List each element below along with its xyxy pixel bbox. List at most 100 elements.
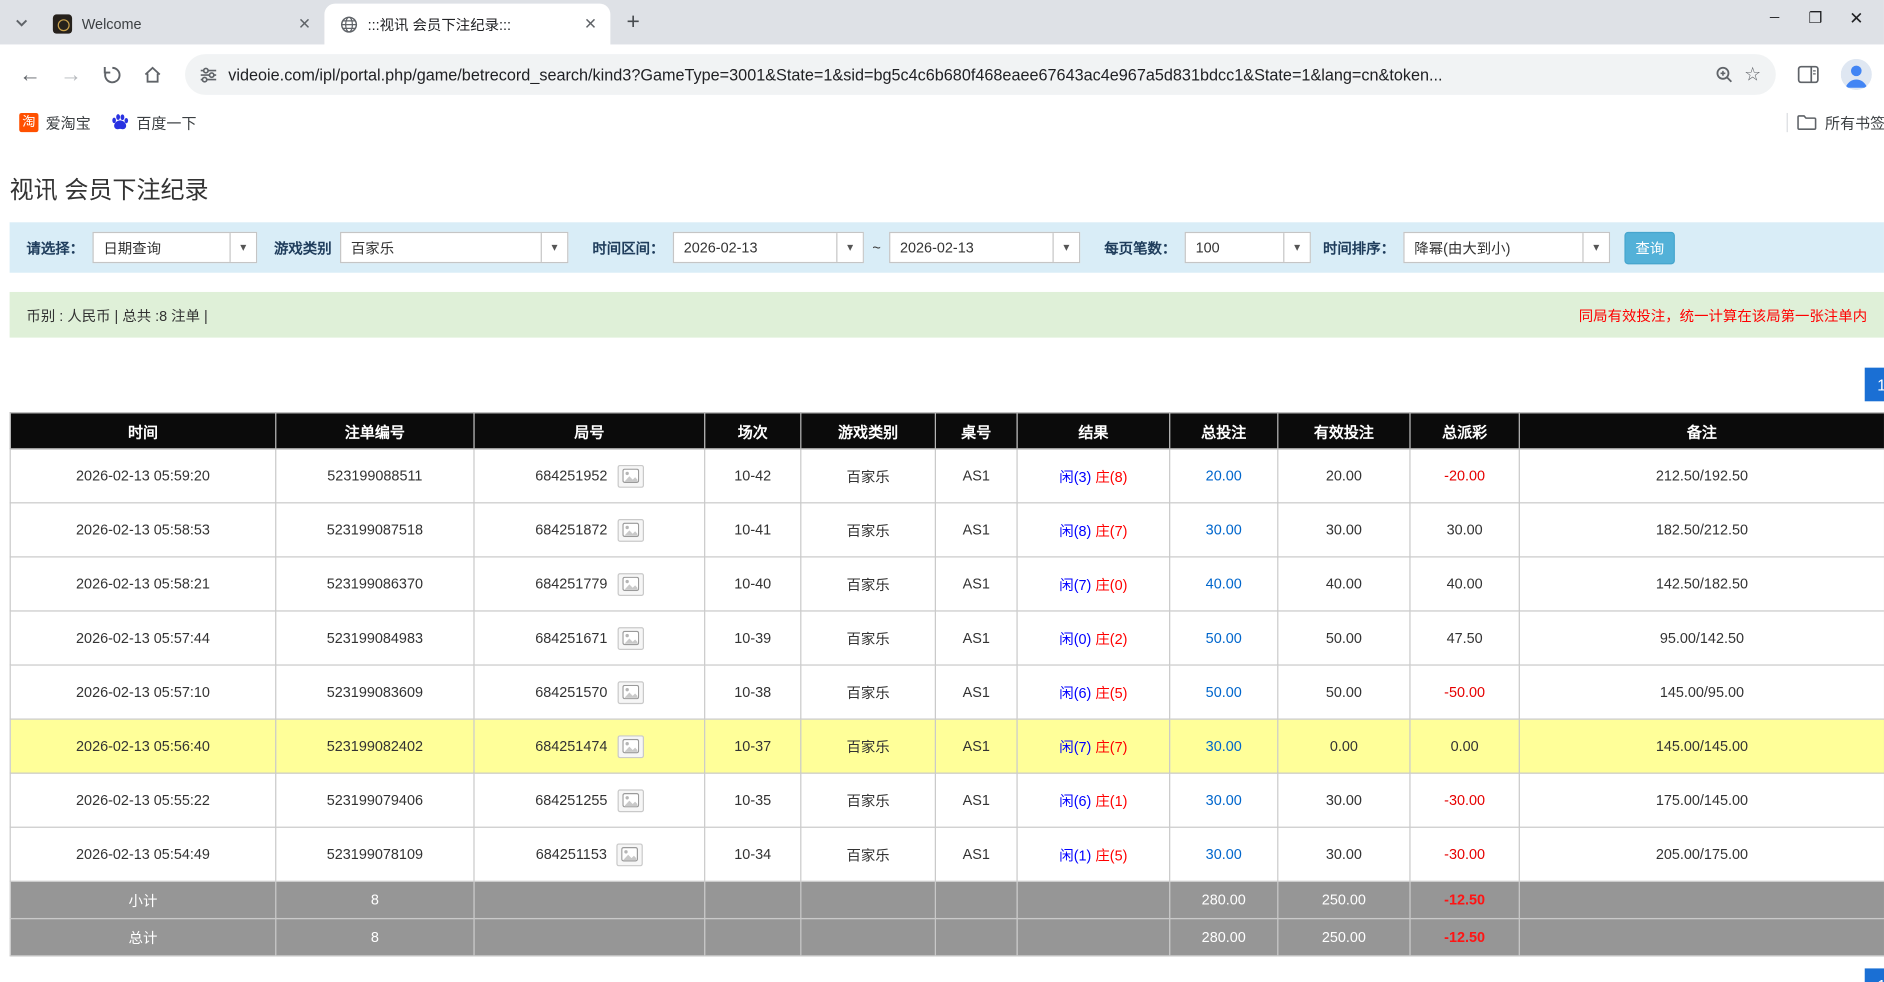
col-header-game-type: 游戏类别 [801,413,936,449]
round-replay-icon[interactable] [617,627,643,650]
cell-total-bet[interactable]: 30.00 [1170,503,1278,557]
maximize-button[interactable]: ❐ [1795,0,1836,36]
cell-note: 145.00/145.00 [1519,719,1884,773]
cell-payout: 30.00 [1410,503,1519,557]
side-panel-icon[interactable] [1790,56,1826,92]
reload-icon[interactable] [94,56,130,92]
chevron-down-icon[interactable]: ▾ [836,233,862,262]
search-button[interactable]: 查询 [1625,231,1675,263]
cell-total-bet[interactable]: 50.00 [1170,611,1278,665]
chevron-down-icon[interactable]: ▾ [1283,233,1309,262]
sort-select[interactable]: 降幂(由大到小) ▾ [1403,232,1610,263]
tab-search-chevron-icon[interactable] [7,8,36,37]
cell-total-bet[interactable]: 40.00 [1170,557,1278,611]
cell-payout: -30.00 [1410,827,1519,881]
cell-note: 95.00/142.50 [1519,611,1884,665]
round-replay-icon[interactable] [617,573,643,596]
col-header-valid-bet: 有效投注 [1278,413,1410,449]
url-text[interactable]: videoie.com/ipl/portal.php/game/betrecor… [228,65,1703,83]
date-from-select[interactable]: 2026-02-13 ▾ [673,232,864,263]
cell-session: 10-42 [705,449,801,503]
round-replay-icon[interactable] [616,843,642,866]
subtotal-total-bet: 280.00 [1170,881,1278,918]
game-type-label: 游戏类别 [274,237,332,257]
page-size-label: 每页笔数： [1104,237,1176,257]
cell-time: 2026-02-13 05:58:53 [10,503,276,557]
page-1-button[interactable]: 1 [1865,968,1884,982]
address-bar[interactable]: videoie.com/ipl/portal.php/game/betrecor… [185,54,1776,95]
cell-payout: 40.00 [1410,557,1519,611]
page-1-button[interactable]: 1 [1865,368,1884,402]
chevron-down-icon[interactable]: ▾ [1053,233,1079,262]
tab-betrecord[interactable]: :::视讯 会员下注纪录::: ✕ [324,4,610,45]
cell-total-bet[interactable]: 30.00 [1170,827,1278,881]
bookmark-aitaobao[interactable]: 淘 爱淘宝 [10,107,101,137]
profile-avatar[interactable] [1841,59,1872,90]
cell-time: 2026-02-13 05:54:49 [10,827,276,881]
round-replay-icon[interactable] [617,464,643,487]
cell-round: 684251779 [474,557,705,611]
cell-valid-bet: 30.00 [1278,773,1410,827]
all-bookmarks[interactable]: 所有书签 [1787,111,1884,134]
bookmark-star-icon[interactable]: ☆ [1744,62,1761,86]
welcome-favicon [53,14,72,33]
cell-table-no: AS1 [935,503,1017,557]
cell-table-no: AS1 [935,611,1017,665]
window-controls: ─ ❐ ✕ [1754,0,1877,36]
subtotal-count: 8 [276,881,474,918]
round-replay-icon[interactable] [617,735,643,758]
divider [1787,112,1788,131]
tab-welcome[interactable]: Welcome ✕ [38,4,324,45]
bookmark-baidu[interactable]: 百度一下 [100,107,206,137]
cell-total-bet[interactable]: 30.00 [1170,719,1278,773]
cell-session: 10-41 [705,503,801,557]
cell-total-bet[interactable]: 30.00 [1170,773,1278,827]
chevron-down-icon[interactable]: ▾ [541,233,567,262]
mode-select[interactable]: 日期查询 ▾ [93,232,258,263]
home-icon[interactable] [135,56,171,92]
cell-round: 684251153 [474,827,705,881]
cell-game-type: 百家乐 [801,665,936,719]
cell-time: 2026-02-13 05:55:22 [10,773,276,827]
cell-result: 闲(3) 庄(8) [1017,449,1170,503]
tab-close-icon[interactable]: ✕ [294,14,314,34]
close-window-button[interactable]: ✕ [1836,0,1877,36]
cell-time: 2026-02-13 05:57:10 [10,665,276,719]
tab-close-icon[interactable]: ✕ [580,14,600,34]
cell-result: 闲(6) 庄(5) [1017,665,1170,719]
grand-total-row: 总计 8 280.00 250.00 -12.50 [10,919,1884,956]
globe-icon [339,14,358,33]
round-replay-icon[interactable] [617,681,643,704]
cell-round: 684251255 [474,773,705,827]
cell-bet-id: 523199086370 [276,557,474,611]
forward-icon[interactable]: → [53,56,89,92]
cell-total-bet[interactable]: 50.00 [1170,665,1278,719]
cell-bet-id: 523199079406 [276,773,474,827]
minimize-button[interactable]: ─ [1754,0,1795,36]
site-info-icon[interactable] [199,65,217,83]
cell-note: 142.50/182.50 [1519,557,1884,611]
time-range-label: 时间区间： [592,237,664,257]
total-valid-bet: 250.00 [1278,919,1410,956]
cell-game-type: 百家乐 [801,827,936,881]
game-type-select[interactable]: 百家乐 ▾ [340,232,568,263]
zoom-icon[interactable] [1714,65,1733,84]
cell-valid-bet: 50.00 [1278,665,1410,719]
new-tab-button[interactable]: + [618,7,649,38]
back-icon[interactable]: ← [12,56,48,92]
chevron-down-icon[interactable]: ▾ [1582,233,1608,262]
bet-row: 2026-02-13 05:58:21523199086370684251779… [10,557,1884,611]
cell-result: 闲(8) 庄(7) [1017,503,1170,557]
chevron-down-icon[interactable]: ▾ [230,233,256,262]
page-size-select[interactable]: 100 ▾ [1185,232,1311,263]
cell-note: 212.50/192.50 [1519,449,1884,503]
cell-game-type: 百家乐 [801,719,936,773]
bet-row: 2026-02-13 05:57:10523199083609684251570… [10,665,1884,719]
cell-total-bet[interactable]: 20.00 [1170,449,1278,503]
cell-note: 205.00/175.00 [1519,827,1884,881]
round-replay-icon[interactable] [617,789,643,812]
date-to-select[interactable]: 2026-02-13 ▾ [889,232,1080,263]
round-replay-icon[interactable] [617,518,643,541]
cell-game-type: 百家乐 [801,611,936,665]
total-count: 8 [276,919,474,956]
